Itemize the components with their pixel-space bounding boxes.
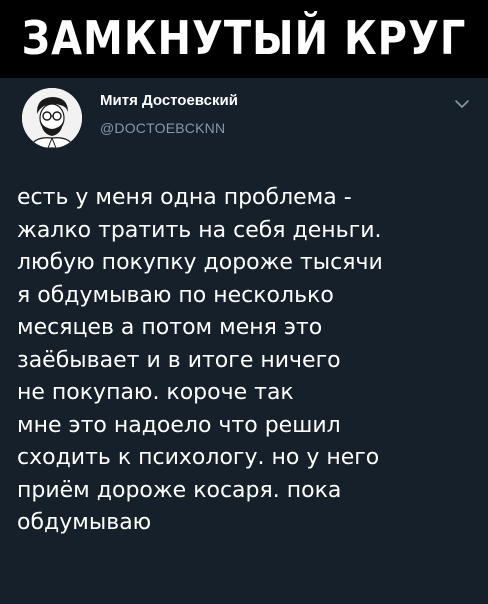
- tweet-line: мне это надоело что решил: [17, 412, 341, 438]
- tweet-line: заёбывает и в итоге ничего: [17, 347, 341, 373]
- tweet-line: есть у меня одна проблема -: [17, 185, 352, 210]
- tweet-card: Митя Достоевский @DOCTOEBCKNN есть у мен…: [0, 78, 488, 604]
- tweet-line: сходить к психологу. но у него: [17, 445, 380, 470]
- author-display-name[interactable]: Митя Достоевский: [100, 92, 238, 109]
- tweet-line: приём дороже косаря. пока: [17, 477, 342, 503]
- banner-title: Замкнутый круг: [21, 12, 467, 66]
- tweet-line: месяцев а потом меня это: [17, 315, 323, 340]
- author-avatar[interactable]: [22, 88, 82, 148]
- avatar-portrait-icon: [22, 88, 82, 148]
- tweet-line: любую покупку дороже тысячи: [17, 250, 383, 275]
- tweet-line: я обдумываю по несколько: [17, 282, 334, 308]
- meme-banner: Замкнутый круг: [0, 0, 488, 78]
- chevron-down-icon[interactable]: [454, 98, 470, 110]
- tweet-line: обдумываю: [17, 510, 152, 535]
- author-handle[interactable]: @DOCTOEBCKNN: [100, 120, 225, 136]
- tweet-line: не покупаю. короче так: [17, 380, 294, 405]
- tweet-line: жалко тратить на себя деньги.: [17, 217, 382, 243]
- tweet-text: есть у меня одна проблема - жалко тратит…: [17, 182, 477, 540]
